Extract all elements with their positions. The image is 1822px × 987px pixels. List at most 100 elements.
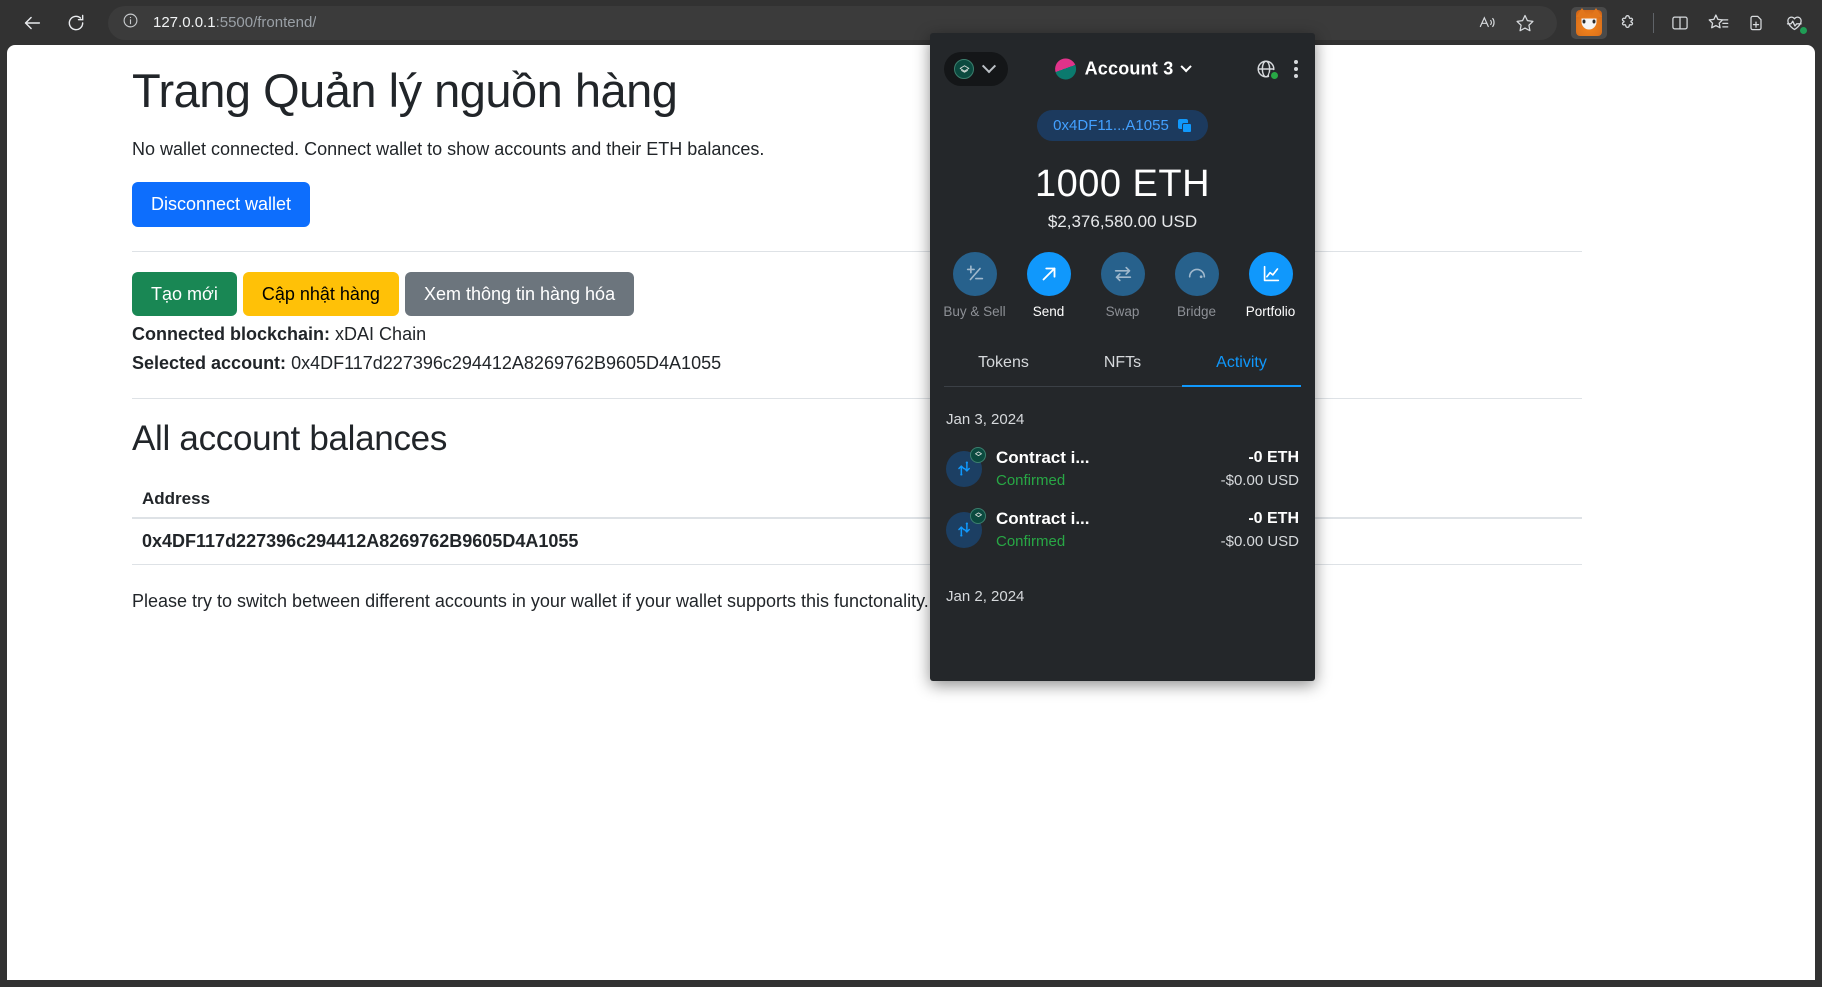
- selected-account-row: Selected account: 0x4DF117d227396c294412…: [132, 353, 1582, 374]
- browser-essentials-icon[interactable]: [1776, 7, 1812, 39]
- activity-amounts: -0 ETH -$0.00 USD: [1221, 510, 1299, 550]
- chevron-down-icon: [1180, 60, 1193, 72]
- account-address-short: 0x4DF11...A1055: [1053, 117, 1169, 134]
- metamask-popup: Account 3 0x4DF11...A1055 1000 ETH $2,37…: [930, 33, 1315, 681]
- tab-tokens[interactable]: Tokens: [944, 343, 1063, 387]
- connected-dot: [1269, 70, 1280, 81]
- browser-toolbar: 127.0.0.1:5500/frontend/: [0, 0, 1822, 45]
- table-header-row: Address: [132, 481, 1582, 520]
- reload-button[interactable]: [54, 5, 98, 41]
- collections-icon[interactable]: [1700, 7, 1736, 39]
- contract-interaction-icon: [946, 446, 986, 487]
- status-badge: Confirmed: [996, 533, 1066, 550]
- selected-account-value: 0x4DF117d227396c294412A8269762B9605D4A10…: [291, 353, 722, 374]
- address-bar[interactable]: 127.0.0.1:5500/frontend/: [108, 5, 1557, 40]
- tab-activity[interactable]: Activity: [1182, 343, 1301, 387]
- read-aloud-icon[interactable]: [1469, 7, 1505, 39]
- reload-icon: [68, 14, 84, 30]
- activity-list[interactable]: Jan 3, 2024 Contract i... Confirmed -0 E…: [944, 387, 1301, 681]
- activity-amounts: -0 ETH -$0.00 USD: [1221, 449, 1299, 489]
- balances-table-body: 0x4DF117d227396c294412A8269762B9605D4A10…: [132, 518, 1582, 566]
- site-info-icon[interactable]: [122, 12, 139, 34]
- balances-heading: All account balances: [132, 419, 448, 459]
- activity-fiat: -$0.00 USD: [1220, 471, 1299, 489]
- cell-address: 0x4DF117d227396c294412A8269762B9605D4A10…: [132, 518, 1582, 566]
- connected-blockchain-value: xDAI Chain: [335, 324, 427, 345]
- swap-icon: [1100, 252, 1145, 296]
- toolbar-divider: [1653, 12, 1654, 33]
- connection-status-icon[interactable]: [1255, 58, 1280, 81]
- portfolio-icon: [1248, 252, 1293, 296]
- contract-interaction-icon: [946, 507, 986, 548]
- table-row: 0x4DF117d227396c294412A8269762B9605D4A10…: [132, 518, 1582, 566]
- balances-table: Address 0x4DF117d227396c294412A8269762B9…: [132, 481, 1582, 566]
- buy-sell-icon: [952, 252, 997, 296]
- add-tab-icon[interactable]: [1738, 7, 1774, 39]
- network-selector-button[interactable]: [944, 52, 1008, 86]
- copy-icon: [1177, 118, 1192, 133]
- connected-blockchain-row: Connected blockchain: xDAI Chain: [132, 324, 1582, 345]
- account-name: Account 3: [1084, 58, 1174, 79]
- portfolio-label: Portfolio: [1245, 304, 1296, 319]
- tab-nfts[interactable]: NFTs: [1063, 343, 1182, 387]
- swap-button[interactable]: Swap: [1097, 252, 1149, 319]
- browser-window: 127.0.0.1:5500/frontend/ Trang Quản lý n…: [0, 0, 1822, 987]
- activity-text: Contract i... Confirmed: [996, 448, 1207, 489]
- address-bar-actions: [1469, 7, 1543, 39]
- activity-title: Contract i...: [996, 448, 1090, 467]
- disconnect-wallet-button[interactable]: Disconnect wallet: [132, 182, 311, 227]
- list-item[interactable]: Contract i... Confirmed -0 ETH -$0.00 US…: [944, 501, 1301, 562]
- balances-divider: [132, 398, 1582, 400]
- balances-table-head: Address: [132, 481, 1582, 520]
- activity-date-header: Jan 3, 2024: [946, 411, 1025, 428]
- list-item[interactable]: Contract i... Confirmed -0 ETH -$0.00 US…: [944, 440, 1301, 501]
- send-icon: [1026, 252, 1071, 296]
- balance-usd: $2,376,580.00 USD: [1047, 212, 1198, 231]
- copy-address-button[interactable]: 0x4DF11...A1055: [1037, 110, 1208, 141]
- url-text: 127.0.0.1:5500/frontend/: [153, 14, 316, 31]
- extensions-icon[interactable]: [1609, 7, 1645, 39]
- bridge-label: Bridge: [1176, 304, 1217, 319]
- split-screen-icon[interactable]: [1662, 7, 1698, 39]
- page-title: Trang Quản lý nguồn hàng: [132, 64, 678, 117]
- essentials-status-dot: [1799, 25, 1808, 35]
- network-badge-icon: [970, 446, 986, 463]
- metamask-extension-icon[interactable]: [1571, 6, 1607, 39]
- send-label: Send: [1032, 304, 1065, 319]
- view-goods-info-button[interactable]: Xem thông tin hàng hóa: [404, 271, 635, 317]
- update-goods-button[interactable]: Cập nhật hàng: [242, 271, 399, 317]
- url-host: 127.0.0.1: [153, 14, 216, 31]
- favorite-star-icon[interactable]: [1507, 7, 1543, 39]
- bridge-button[interactable]: Bridge: [1171, 252, 1223, 319]
- activity-date-header: Jan 2, 2024: [946, 588, 1025, 605]
- portfolio-button[interactable]: Portfolio: [1245, 252, 1297, 319]
- buy-and-sell-button[interactable]: Buy & Sell: [943, 252, 1006, 319]
- balance-eth: 1000 ETH: [1034, 163, 1211, 205]
- wallet-actions: Buy & Sell Send Swap Bridge Portfolio: [943, 252, 1301, 319]
- activity-title: Contract i...: [996, 509, 1090, 528]
- metamask-header: Account 3: [930, 33, 1315, 105]
- send-button[interactable]: Send: [1023, 252, 1075, 319]
- url-path: :5500/frontend/: [215, 14, 317, 31]
- bridge-icon: [1174, 252, 1219, 296]
- swap-label: Swap: [1105, 304, 1140, 319]
- page-container: Trang Quản lý nguồn hàng No wallet conne…: [7, 63, 1707, 612]
- network-badge-icon: [970, 507, 986, 524]
- selected-account-label: Selected account:: [132, 353, 287, 374]
- wallet-tabs: Tokens NFTs Activity: [944, 343, 1301, 387]
- activity-amount: -0 ETH: [1248, 509, 1299, 527]
- extension-toolbar: [1565, 6, 1812, 39]
- activity-text: Contract i... Confirmed: [996, 509, 1207, 550]
- metamask-body: 0x4DF11...A1055 1000 ETH $2,376,580.00 U…: [930, 105, 1315, 681]
- buy-and-sell-label: Buy & Sell: [943, 304, 1006, 319]
- account-menu-button[interactable]: Account 3: [1051, 55, 1193, 83]
- create-new-button[interactable]: Tạo mới: [132, 271, 237, 317]
- back-button[interactable]: [10, 5, 54, 41]
- status-badge: Confirmed: [996, 472, 1066, 489]
- web-page: Trang Quản lý nguồn hàng No wallet conne…: [7, 45, 1815, 612]
- xdai-network-icon: [954, 59, 974, 79]
- options-menu-icon[interactable]: [1291, 57, 1301, 81]
- activity-amount: -0 ETH: [1248, 448, 1299, 466]
- section-divider: [132, 250, 1582, 252]
- chevron-down-icon: [981, 59, 997, 74]
